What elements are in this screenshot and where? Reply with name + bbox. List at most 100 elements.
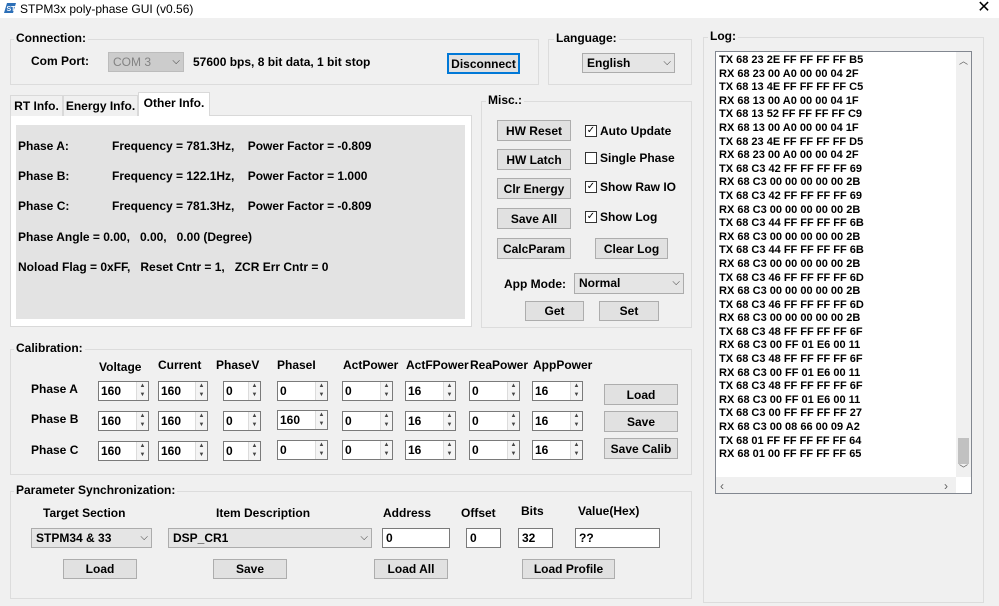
cal-b-reapower-spin[interactable]: 0 ▲ ▼ [469, 411, 520, 431]
show-raw-io-checkbox[interactable]: ✓ [585, 181, 597, 193]
spin-arrows[interactable]: ▲ ▼ [443, 441, 455, 459]
spin-down-icon[interactable]: ▼ [444, 421, 455, 430]
language-select[interactable]: English ⌵ [582, 53, 675, 73]
item-description-select[interactable]: DSP_CR1 ⌵ [168, 528, 372, 548]
spin-arrows[interactable]: ▲ ▼ [248, 412, 260, 430]
spin-down-icon[interactable]: ▼ [381, 450, 392, 459]
spin-down-icon[interactable]: ▼ [444, 450, 455, 459]
spin-arrows[interactable]: ▲ ▼ [315, 411, 327, 429]
spin-arrows[interactable]: ▲ ▼ [195, 442, 207, 460]
cal-c-reapower-spin[interactable]: 0 ▲ ▼ [469, 440, 520, 460]
spin-arrows[interactable]: ▲ ▼ [443, 382, 455, 400]
hw-reset-button[interactable]: HW Reset [497, 120, 571, 141]
spin-up-icon[interactable]: ▲ [381, 382, 392, 391]
scroll-left-icon[interactable]: ‹ [720, 479, 724, 493]
value-hex-field[interactable]: ?? [575, 528, 660, 548]
cal-b-actfpower-spin[interactable]: 16 ▲ ▼ [405, 411, 456, 431]
bits-field[interactable]: 32 [518, 528, 553, 548]
tab-other-info[interactable]: Other Info. [138, 92, 210, 116]
cal-b-phasei-spin[interactable]: 160 ▲ ▼ [277, 410, 328, 430]
spin-up-icon[interactable]: ▲ [137, 412, 148, 421]
single-phase-label[interactable]: Single Phase [600, 151, 675, 165]
cal-a-reapower-spin[interactable]: 0 ▲ ▼ [469, 381, 520, 401]
spin-down-icon[interactable]: ▼ [381, 391, 392, 400]
save-calib-button[interactable]: Save Calib [604, 438, 678, 459]
spin-down-icon[interactable]: ▼ [137, 421, 148, 430]
show-log-checkbox[interactable]: ✓ [585, 211, 597, 223]
cal-b-apppower-spin[interactable]: 16 ▲ ▼ [532, 411, 583, 431]
cal-b-phasev-spin[interactable]: 0 ▲ ▼ [223, 411, 261, 431]
spin-arrows[interactable]: ▲ ▼ [248, 382, 260, 400]
spin-down-icon[interactable]: ▼ [508, 421, 519, 430]
spin-up-icon[interactable]: ▲ [444, 412, 455, 421]
spin-down-icon[interactable]: ▼ [444, 391, 455, 400]
cal-b-current-spin[interactable]: 160 ▲ ▼ [158, 411, 208, 431]
spin-down-icon[interactable]: ▼ [508, 391, 519, 400]
calibration-load-button[interactable]: Load [604, 384, 678, 405]
spin-arrows[interactable]: ▲ ▼ [136, 412, 148, 430]
param-load-button[interactable]: Load [63, 559, 137, 579]
spin-down-icon[interactable]: ▼ [196, 391, 207, 400]
spin-down-icon[interactable]: ▼ [249, 451, 260, 460]
spin-down-icon[interactable]: ▼ [196, 451, 207, 460]
spin-down-icon[interactable]: ▼ [316, 450, 327, 459]
param-save-button[interactable]: Save [213, 559, 287, 579]
offset-field[interactable]: 0 [466, 528, 501, 548]
get-button[interactable]: Get [525, 301, 584, 321]
spin-down-icon[interactable]: ▼ [571, 450, 582, 459]
log-scroll-thumb[interactable] [958, 438, 969, 464]
spin-up-icon[interactable]: ▲ [249, 412, 260, 421]
disconnect-button[interactable]: Disconnect [447, 53, 520, 74]
scroll-right-icon[interactable]: › [944, 479, 948, 493]
clr-energy-button[interactable]: Clr Energy [497, 178, 571, 199]
load-profile-button[interactable]: Load Profile [522, 559, 615, 579]
spin-arrows[interactable]: ▲ ▼ [380, 441, 392, 459]
save-all-button[interactable]: Save All [497, 208, 571, 229]
cal-a-actpower-spin[interactable]: 0 ▲ ▼ [342, 381, 393, 401]
scroll-up-icon[interactable]: ︿ [959, 54, 968, 67]
target-section-select[interactable]: STPM34 & 33 ⌵ [31, 528, 152, 548]
spin-up-icon[interactable]: ▲ [137, 382, 148, 391]
spin-arrows[interactable]: ▲ ▼ [136, 442, 148, 460]
cal-b-actpower-spin[interactable]: 0 ▲ ▼ [342, 411, 393, 431]
spin-arrows[interactable]: ▲ ▼ [507, 441, 519, 459]
spin-arrows[interactable]: ▲ ▼ [248, 442, 260, 460]
scroll-down-icon[interactable]: ﹀ [959, 462, 968, 475]
spin-arrows[interactable]: ▲ ▼ [570, 441, 582, 459]
cal-c-current-spin[interactable]: 160 ▲ ▼ [158, 441, 208, 461]
spin-down-icon[interactable]: ▼ [196, 421, 207, 430]
spin-up-icon[interactable]: ▲ [571, 441, 582, 450]
log-textbox[interactable]: TX 68 23 2E FF FF FF FF B5 RX 68 23 00 A0… [715, 51, 972, 494]
spin-up-icon[interactable]: ▲ [444, 441, 455, 450]
spin-up-icon[interactable]: ▲ [249, 442, 260, 451]
spin-up-icon[interactable]: ▲ [508, 412, 519, 421]
load-all-button[interactable]: Load All [374, 559, 448, 579]
spin-up-icon[interactable]: ▲ [444, 382, 455, 391]
spin-up-icon[interactable]: ▲ [508, 441, 519, 450]
spin-down-icon[interactable]: ▼ [249, 391, 260, 400]
spin-up-icon[interactable]: ▲ [316, 382, 327, 391]
log-vertical-scrollbar[interactable]: ︿ ﹀ [956, 52, 971, 477]
spin-arrows[interactable]: ▲ ▼ [570, 382, 582, 400]
spin-up-icon[interactable]: ▲ [381, 441, 392, 450]
spin-up-icon[interactable]: ▲ [196, 412, 207, 421]
spin-arrows[interactable]: ▲ ▼ [380, 412, 392, 430]
cal-a-apppower-spin[interactable]: 16 ▲ ▼ [532, 381, 583, 401]
spin-up-icon[interactable]: ▲ [508, 382, 519, 391]
spin-arrows[interactable]: ▲ ▼ [136, 382, 148, 400]
spin-arrows[interactable]: ▲ ▼ [507, 382, 519, 400]
cal-c-actpower-spin[interactable]: 0 ▲ ▼ [342, 440, 393, 460]
spin-up-icon[interactable]: ▲ [381, 412, 392, 421]
cal-a-actfpower-spin[interactable]: 16 ▲ ▼ [405, 381, 456, 401]
close-icon[interactable]: ✕ [972, 0, 996, 17]
spin-arrows[interactable]: ▲ ▼ [195, 382, 207, 400]
spin-down-icon[interactable]: ▼ [137, 391, 148, 400]
log-horizontal-scrollbar[interactable]: ‹ › [716, 477, 956, 493]
spin-down-icon[interactable]: ▼ [571, 391, 582, 400]
spin-up-icon[interactable]: ▲ [316, 441, 327, 450]
spin-arrows[interactable]: ▲ ▼ [380, 382, 392, 400]
spin-down-icon[interactable]: ▼ [249, 421, 260, 430]
single-phase-checkbox[interactable] [585, 152, 597, 164]
spin-up-icon[interactable]: ▲ [137, 442, 148, 451]
hw-latch-button[interactable]: HW Latch [497, 149, 571, 170]
